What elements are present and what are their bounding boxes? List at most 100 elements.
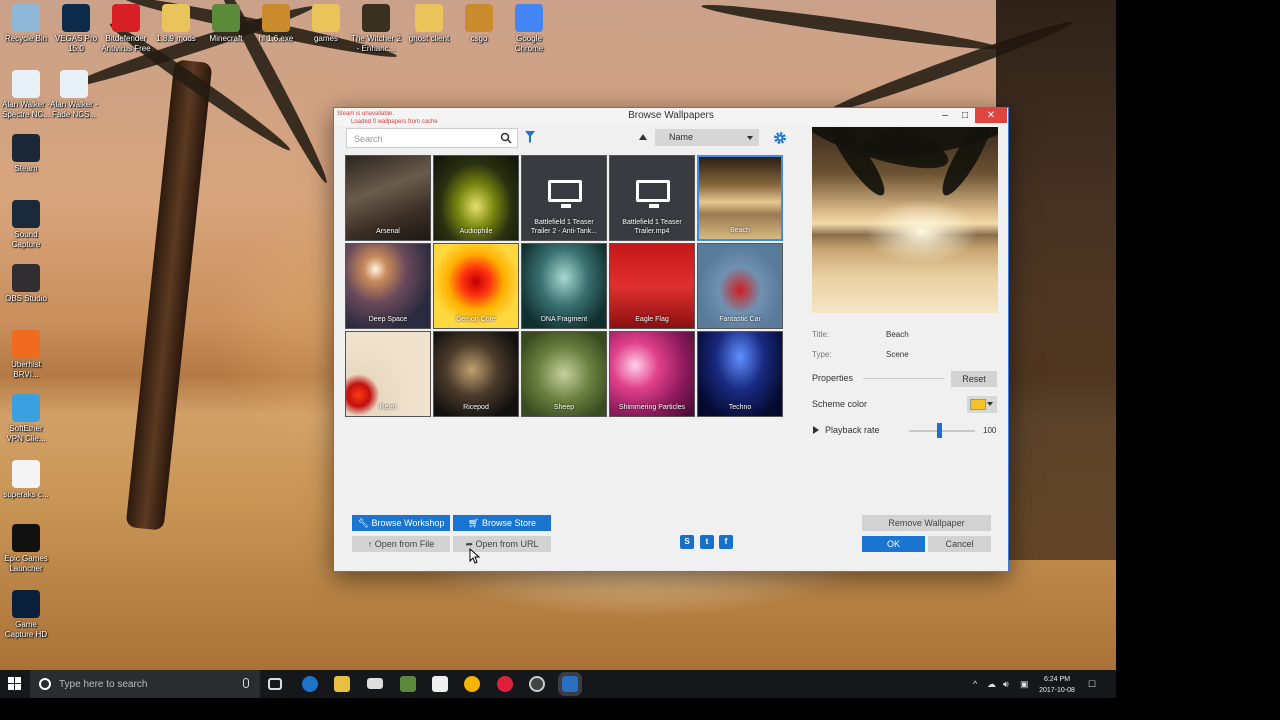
desktop-icon[interactable]: Steam (0, 134, 52, 174)
maximize-button[interactable]: □ (954, 108, 976, 123)
desktop-icon[interactable]: superaks c... (0, 460, 52, 500)
cortana-icon (39, 678, 51, 690)
wallpaper-title: Audiophile (459, 228, 493, 235)
filter-icon[interactable] (525, 131, 535, 143)
slider-thumb[interactable] (937, 423, 942, 438)
epic-icon (12, 524, 40, 552)
sound-capture-icon (12, 200, 40, 228)
wallpaper-tile[interactable]: DNA Fragment (521, 243, 607, 329)
playback-rate-slider[interactable] (909, 430, 975, 432)
desktop-icon[interactable]: OBS Studio (0, 264, 52, 304)
gear-icon[interactable] (773, 131, 787, 145)
csgo-icon (465, 4, 493, 32)
scheme-color-picker[interactable] (967, 396, 997, 413)
minimize-button[interactable]: – (934, 108, 956, 123)
browse-store-button[interactable]: 🛒︎ Browse Store (453, 515, 551, 531)
file-explorer-icon[interactable] (334, 676, 350, 692)
system-clock[interactable]: 6:24 PM 2017-10-08 (1035, 674, 1079, 696)
expand-triangle-icon[interactable] (813, 426, 819, 434)
steam-icon[interactable]: S (680, 535, 694, 549)
desktop-icon[interactable]: Google Chrome (503, 4, 555, 54)
recycle-bin-icon (12, 4, 40, 32)
desktop-icon[interactable]: Game Capture HD (0, 590, 52, 640)
desktop-icon[interactable]: Recycle Bin (0, 4, 52, 44)
cancel-button[interactable]: Cancel (928, 536, 991, 552)
network-icon[interactable]: ▣ (1020, 679, 1029, 690)
open-from-url-button[interactable]: ➦ Open from URL (453, 536, 551, 552)
desktop-icon[interactable]: Alan Walker - Fade NCS... (48, 70, 100, 120)
desktop-icon[interactable]: ghost client (403, 4, 455, 44)
ok-button[interactable]: OK (862, 536, 925, 552)
chevron-up-icon[interactable]: ^ (973, 679, 977, 689)
obs-icon[interactable] (529, 676, 545, 692)
minecraft-icon[interactable] (400, 676, 416, 692)
wallpaper-tile[interactable]: Ricepod (433, 331, 519, 417)
open-from-file-button[interactable]: ↑ Open from File (352, 536, 450, 552)
volume-icon[interactable]: 🔊︎ (1003, 679, 1009, 690)
taskbar-search[interactable]: Type here to search (30, 670, 260, 698)
wallpaper-tile[interactable]: Audiophile (433, 155, 519, 241)
title-bar[interactable]: Steam is unavailable. Loaded 0 wallpaper… (334, 108, 1008, 126)
wallpaper-tile[interactable]: Demon Core (433, 243, 519, 329)
remove-wallpaper-button[interactable]: Remove Wallpaper (862, 515, 991, 531)
desktop-icon[interactable]: Alan Walker - Spectre NC... (0, 70, 52, 120)
sort-dropdown[interactable]: Name (655, 129, 759, 146)
browse-workshop-button[interactable]: 🔧︎ Browse Workshop (352, 515, 450, 531)
desktop-icon[interactable]: Epic Games Launcher (0, 524, 52, 574)
twitter-icon[interactable]: t (700, 535, 714, 549)
desktop-icon[interactable]: hl 1.6.exe (250, 4, 302, 44)
desktop-icon[interactable]: csgo (453, 4, 505, 44)
start-button[interactable] (8, 677, 22, 691)
desktop-icon[interactable]: SoftEther VPN Clie... (0, 394, 52, 444)
desktop-icon[interactable]: 1.8.9 mods (150, 4, 202, 44)
wallpaper-tile[interactable]: Deep Space (345, 243, 431, 329)
desktop-icon[interactable]: The Witcher 2 - Enhanc... (350, 4, 402, 54)
button-label: Open from URL (475, 539, 539, 549)
wallpaper-engine-icon[interactable] (562, 676, 578, 692)
wallpaper-tile[interactable]: Arsenal (345, 155, 431, 241)
record-icon[interactable] (497, 676, 513, 692)
desktop-icon[interactable]: Minecraft (200, 4, 252, 44)
desktop-icon[interactable]: Uberhist BRVI... (0, 330, 52, 380)
wallpaper-tile[interactable]: Sheep (521, 331, 607, 417)
wallpaper-tile[interactable]: Retro (345, 331, 431, 417)
microphone-icon[interactable] (243, 678, 249, 688)
wallpaper-tile[interactable]: Fantastic Car (697, 243, 783, 329)
chrome-icon (515, 4, 543, 32)
sort-direction-icon[interactable] (639, 134, 647, 140)
screen-border (1116, 0, 1280, 720)
chrome-icon[interactable] (464, 676, 480, 692)
edge-icon[interactable] (302, 676, 318, 692)
action-center-icon[interactable]: ☐ (1088, 679, 1096, 690)
desktop-icon[interactable]: Bitdefender Antivirus Free (100, 4, 152, 54)
wallpaper-tile[interactable]: Battlefield 1 Teaser Trailer 2 - Anti-Ta… (521, 155, 607, 241)
mail-icon[interactable] (367, 678, 383, 689)
reset-button[interactable]: Reset (951, 371, 997, 387)
desktop-icon[interactable]: games (300, 4, 352, 44)
desktop-icon-label: Steam (14, 164, 38, 173)
desktop-icon-label: Recycle Bin (4, 34, 48, 43)
wallpaper-tile[interactable]: Eagle Flag (609, 243, 695, 329)
facebook-icon[interactable]: f (719, 535, 733, 549)
text-file-icon (12, 460, 40, 488)
desktop-icon[interactable]: VEGAS Pro 15.0 (50, 4, 102, 54)
wallpaper-title: Techno (728, 404, 752, 411)
desktop-icon-label: Minecraft (209, 34, 243, 43)
button-label: Open from File (374, 539, 435, 549)
palm-trunk-decor (996, 0, 1116, 560)
folder-icon (162, 4, 190, 32)
store-icon[interactable] (432, 676, 448, 692)
wallpaper-tile[interactable]: Beach (697, 155, 783, 241)
search-input[interactable] (347, 130, 487, 148)
wallpaper-tile[interactable]: Shimmering Particles (609, 331, 695, 417)
wallpaper-tile[interactable]: Techno (697, 331, 783, 417)
close-button[interactable]: ✕ (975, 108, 1007, 123)
wallpaper-tile[interactable]: Battlefield 1 Teaser Trailer.mp4 (609, 155, 695, 241)
task-view-icon[interactable] (268, 678, 282, 690)
cloud-icon[interactable]: ☁ (987, 679, 996, 690)
desktop-icon-label: Epic Games Launcher (4, 554, 48, 573)
desktop-icon[interactable]: Sound Capture (0, 200, 52, 250)
button-label: Browse Store (481, 518, 536, 528)
search-icon[interactable] (500, 132, 512, 144)
color-swatch (970, 399, 986, 410)
